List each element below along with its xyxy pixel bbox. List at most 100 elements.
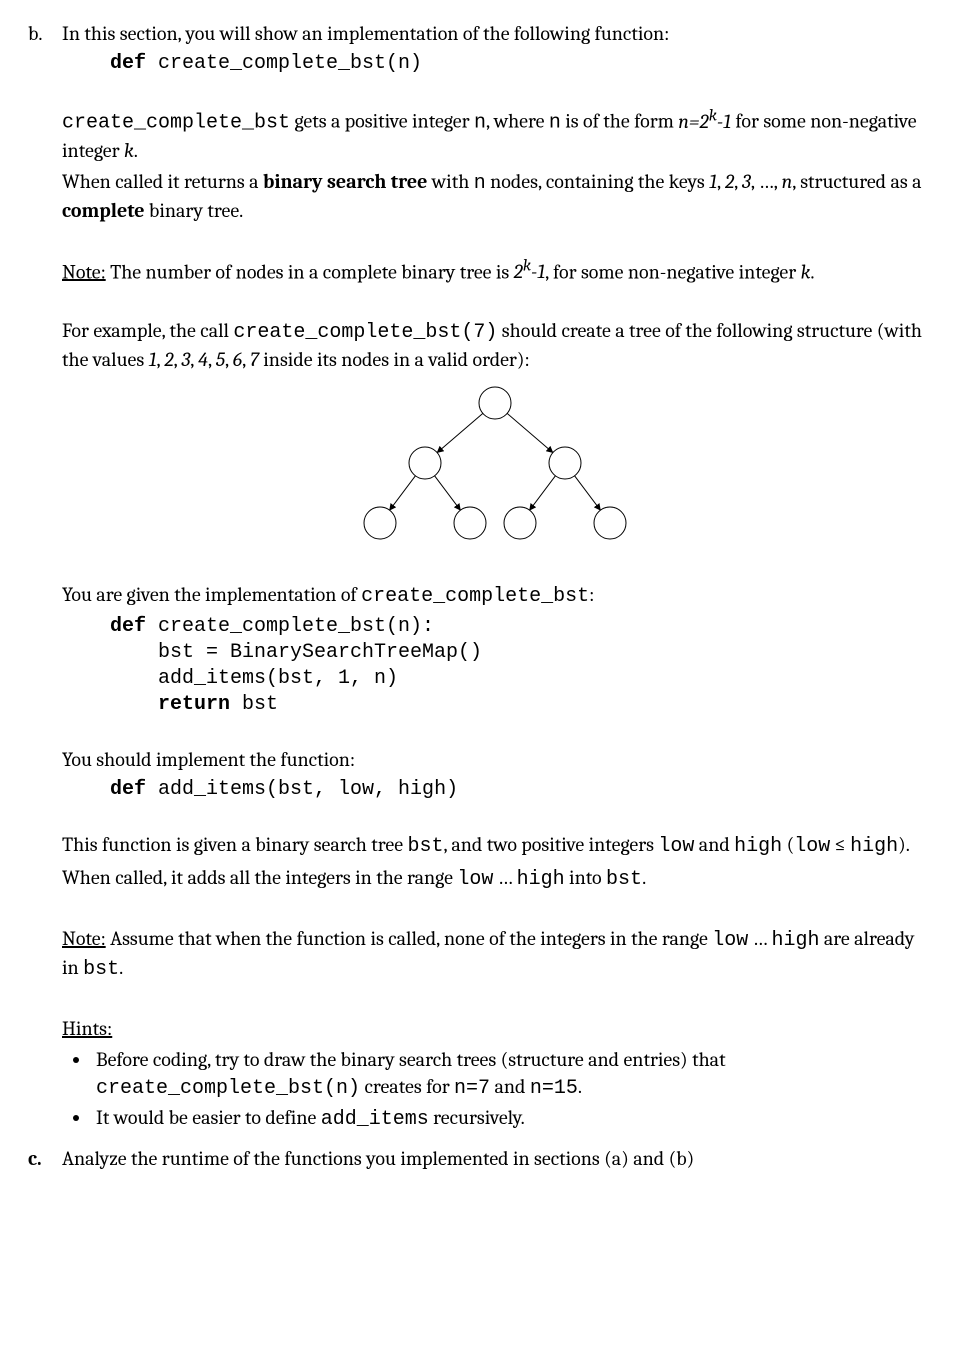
text: The number of nodes in a complete binary…: [106, 260, 514, 283]
tree-svg: [325, 381, 665, 551]
tree-node: [409, 447, 441, 479]
code-text: low: [794, 835, 830, 858]
text: , structured as a: [792, 170, 921, 193]
text: ,: [190, 348, 198, 371]
text: gets a positive integer: [290, 110, 474, 133]
text: Assume that when the function is called,…: [106, 927, 713, 950]
text: -1: [717, 110, 731, 133]
tree-node: [594, 507, 626, 539]
code-text: create_complete_bst(n): [96, 1077, 360, 1100]
code-text: create_complete_bst: [361, 585, 589, 608]
text: (: [782, 833, 794, 856]
code-text: low: [658, 835, 694, 858]
tree-edge: [437, 414, 483, 453]
text: It would be easier to define: [96, 1106, 321, 1129]
text: .: [578, 1075, 582, 1098]
num: 4: [198, 348, 208, 371]
num: 3: [181, 348, 190, 371]
text: n=2: [678, 110, 708, 133]
text: You are given the implementation of: [62, 583, 361, 606]
code-text: high: [771, 929, 819, 952]
code-text: bst: [606, 868, 642, 891]
tree-node: [549, 447, 581, 479]
b-example: For example, the call create_complete_bs…: [62, 317, 928, 373]
code-text: n=7: [454, 1077, 490, 1100]
text: binary tree.: [145, 199, 244, 222]
b-implement: You should implement the function:: [62, 746, 928, 773]
tree-edge: [530, 476, 556, 510]
bold-text: binary search tree: [263, 170, 427, 193]
text: nodes, containing the keys: [486, 170, 709, 193]
underline-text: Hints:: [62, 1017, 112, 1040]
code-text: high: [850, 835, 898, 858]
code-text: n=15: [530, 1077, 578, 1100]
tree-node: [504, 507, 536, 539]
problem-b: b. In this section, you will show an imp…: [28, 20, 928, 1135]
code-text: create_complete_bst(n):: [146, 615, 434, 638]
text: creates for: [360, 1075, 454, 1098]
item-marker-b: b.: [28, 20, 62, 47]
text: .: [642, 866, 646, 889]
code-text: bst: [407, 835, 443, 858]
text: -1: [531, 260, 545, 283]
text: Before coding, try to draw the binary se…: [96, 1048, 726, 1071]
b-p2: create_complete_bst gets a positive inte…: [62, 105, 928, 164]
tree-edge: [507, 414, 553, 453]
problem-c: c. Analyze the runtime of the functions …: [28, 1145, 928, 1176]
text: ).: [898, 833, 910, 856]
code-text: bst: [230, 693, 278, 716]
note-label: Note:: [62, 260, 106, 283]
text: This function is given a binary search t…: [62, 833, 407, 856]
var-n: n: [782, 170, 793, 193]
code-text: n: [549, 112, 561, 135]
code-text: add_items(bst, 1, n): [110, 667, 398, 690]
tree-edge: [435, 476, 461, 510]
var-k: k: [801, 260, 811, 283]
impl-sig: def add_items(bst, low, high): [110, 777, 928, 803]
code-text: low: [712, 929, 748, 952]
code-text: [110, 693, 158, 716]
text: For example, the call: [62, 319, 233, 342]
tree-node: [479, 387, 511, 419]
code-text: create_complete_bst: [62, 112, 290, 135]
code-text: high: [734, 835, 782, 858]
code-text: add_items(bst, low, high): [146, 778, 458, 801]
item-marker-c: c.: [28, 1145, 62, 1172]
text: , for some non-negative integer: [545, 260, 800, 283]
text: recursively.: [429, 1106, 525, 1129]
math: 2k-1: [514, 260, 545, 283]
text: , where: [486, 110, 549, 133]
item-b-body: In this section, you will show an implem…: [62, 20, 928, 1135]
text: When called it returns a: [62, 170, 263, 193]
b-desc1: This function is given a binary search t…: [62, 831, 928, 860]
tree-edge: [575, 476, 601, 510]
text: and: [694, 833, 734, 856]
text: .: [810, 260, 814, 283]
text: 2: [514, 260, 523, 283]
sup: k: [709, 106, 717, 125]
b-note2: Note: Assume that when the function is c…: [62, 925, 928, 983]
text: , …,: [751, 170, 782, 193]
num: 1: [709, 170, 717, 193]
text: into: [565, 866, 606, 889]
code-text: bst: [83, 958, 119, 981]
text: with: [427, 170, 473, 193]
num: 7: [250, 348, 259, 371]
b-desc2: When called, it adds all the integers in…: [62, 864, 928, 893]
num: 5: [216, 348, 225, 371]
text: ,: [242, 348, 250, 371]
code-text: add_items: [321, 1108, 429, 1131]
hint-2: It would be easier to define add_items r…: [92, 1104, 928, 1133]
text: inside its nodes in a valid order):: [259, 348, 530, 371]
code-text: low: [457, 868, 493, 891]
keyword-return: return: [158, 693, 230, 716]
keyword-def: def: [110, 615, 146, 638]
num: 3: [742, 170, 751, 193]
code-text: create_complete_bst(n): [146, 52, 422, 75]
text: …: [748, 927, 771, 950]
text: …: [493, 866, 516, 889]
text: .: [119, 956, 123, 979]
var-k: k: [124, 139, 134, 162]
b-sig: def create_complete_bst(n): [110, 51, 928, 77]
num: 2: [164, 348, 173, 371]
